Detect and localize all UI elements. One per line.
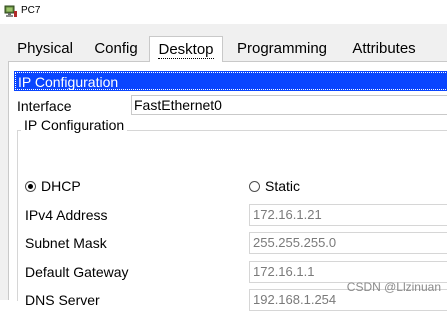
- interface-label: Interface: [17, 98, 72, 114]
- pc-icon: [4, 5, 17, 17]
- tab-desktop[interactable]: Desktop: [149, 36, 223, 63]
- tab-physical[interactable]: Physical: [8, 37, 82, 61]
- title-bar: PC7: [0, 0, 447, 24]
- ipv4-address-label: IPv4 Address: [25, 207, 108, 223]
- default-gateway-label: Default Gateway: [25, 264, 129, 280]
- tab-strip: Physical Config Desktop Programming Attr…: [8, 36, 447, 63]
- dhcp-option[interactable]: DHCP: [25, 178, 81, 194]
- tab-config[interactable]: Config: [88, 37, 144, 61]
- ip-configuration-header: IP Configuration: [14, 71, 447, 91]
- watermark: CSDN @Llzinuan: [346, 280, 441, 294]
- ip-configuration-group-title: IP Configuration: [21, 117, 128, 133]
- dhcp-radio[interactable]: [25, 181, 36, 192]
- tab-attributes[interactable]: Attributes: [344, 37, 424, 61]
- dns-server-label: DNS Server: [25, 292, 100, 308]
- subnet-mask-field[interactable]: 255.255.255.0: [249, 232, 447, 254]
- interface-select[interactable]: FastEthernet0: [131, 95, 447, 115]
- tab-desktop-label: Desktop: [158, 41, 214, 59]
- window-body: Physical Config Desktop Programming Attr…: [0, 24, 447, 311]
- tab-programming[interactable]: Programming: [232, 37, 332, 61]
- static-label: Static: [265, 178, 301, 194]
- window-title: PC7: [21, 5, 41, 16]
- subnet-mask-label: Subnet Mask: [25, 235, 107, 251]
- static-radio[interactable]: [249, 181, 260, 192]
- desktop-panel: IP Configuration Interface FastEthernet0…: [8, 62, 447, 311]
- dhcp-label: DHCP: [41, 178, 81, 194]
- ipv4-address-field[interactable]: 172.16.1.21: [249, 204, 447, 226]
- static-option[interactable]: Static: [249, 178, 300, 194]
